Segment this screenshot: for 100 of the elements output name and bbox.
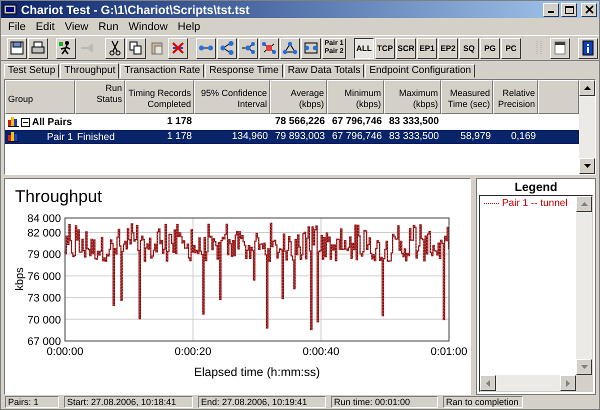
table-cell-text: 83 333,500 xyxy=(388,115,440,130)
scroll-down-button[interactable] xyxy=(579,158,595,174)
y-tick-label: 84 000 xyxy=(27,213,61,225)
filter-button[interactable]: SCR xyxy=(396,38,416,59)
filter-button[interactable]: PG xyxy=(480,38,500,59)
y-tick-label: 70 000 xyxy=(27,314,61,326)
column-header[interactable]: Average (kbps) xyxy=(270,80,327,114)
bar-chart-icon xyxy=(8,132,19,142)
clipboard-icon xyxy=(149,40,165,56)
tab[interactable]: Raw Data Totals xyxy=(284,64,364,78)
y-tick-label: 67 000 xyxy=(27,336,61,348)
column-header[interactable]: Maximum (kbps) xyxy=(384,80,441,114)
status-field: Pairs: 1 xyxy=(5,396,59,408)
node-fork-icon xyxy=(240,40,256,56)
column-header[interactable]: 95% Confidence Interval xyxy=(194,80,270,114)
x-axis-title: Elapsed time (h:mm:ss) xyxy=(194,365,320,379)
menu-item[interactable]: Run xyxy=(93,20,124,33)
column-header[interactable]: Group xyxy=(5,80,75,114)
up-arrow-icon xyxy=(580,202,588,206)
table-cell-text: 67 796,746 xyxy=(330,130,383,144)
scroll-up-button[interactable] xyxy=(579,80,595,96)
table-cell: All Pairs xyxy=(32,116,72,128)
scrollbar-corner xyxy=(576,375,592,391)
left-arrow-icon xyxy=(486,380,490,386)
bar-chart-icon xyxy=(8,117,19,128)
menu-item[interactable]: View xyxy=(60,20,94,33)
filter-button[interactable]: EP2 xyxy=(438,38,458,59)
table-row[interactable]: Pair 1 Finished 1 178 134,960 79 893,003 67 796,746 83 333,500 58,979 0,169 xyxy=(5,130,579,144)
copy-pages-icon xyxy=(128,40,144,56)
x-tick-label: 0:00:40 xyxy=(302,346,340,358)
scrollbar[interactable] xyxy=(579,80,595,174)
y-tick-label: 82 000 xyxy=(27,227,61,240)
filter-button[interactable]: SQ xyxy=(459,38,479,59)
column-header[interactable]: Timing Records Completed xyxy=(125,80,194,114)
chart-title: Throughput xyxy=(14,186,103,206)
table-cell-text: 83 333,500 xyxy=(388,130,440,144)
maximize-icon xyxy=(564,4,574,15)
status-field: Run time: 00:01:00 xyxy=(331,396,438,408)
table-cell-text: 58,979 xyxy=(459,130,492,144)
scrollbar[interactable] xyxy=(480,375,592,391)
collapse-toggle[interactable] xyxy=(21,118,30,127)
scroll-right-button[interactable] xyxy=(560,375,576,391)
y-tick-label: 73 000 xyxy=(27,292,61,305)
node-mesh-icon xyxy=(261,40,277,56)
scrollbar[interactable] xyxy=(576,196,592,375)
info-book-icon xyxy=(580,40,596,56)
x-tick-label: 0:00:00 xyxy=(46,346,84,358)
status-field: Start: 27.08.2006, 10:18:41 xyxy=(64,396,193,408)
filter-button[interactable]: EP1 xyxy=(417,38,437,59)
table-cell-text: 0,169 xyxy=(510,130,537,144)
table-cell-text: 67 796,746 xyxy=(330,115,383,130)
window-title: Chariot Test - G:\1\Chariot\Scripts\tst.tst xyxy=(21,2,250,17)
minimize-button[interactable] xyxy=(543,2,559,17)
column-header[interactable]: Minimum (kbps) xyxy=(327,80,384,114)
menu-item[interactable]: File xyxy=(3,20,31,33)
column-header[interactable]: Measured Time (sec) xyxy=(441,80,493,114)
up-arrow-icon xyxy=(584,86,590,90)
app-icon xyxy=(3,4,17,16)
status-field: Ran to completion xyxy=(443,396,523,408)
right-arrow-icon xyxy=(566,380,570,386)
close-icon xyxy=(584,4,594,15)
node-cluster-icon xyxy=(282,40,298,56)
y-tick-label: 79 000 xyxy=(27,249,61,262)
legend-label: Pair 1 -- tunnel xyxy=(502,198,568,209)
delete-icon xyxy=(170,40,186,56)
menu-item[interactable]: Help xyxy=(172,20,206,33)
filter-button[interactable]: PC xyxy=(501,38,521,59)
column-header[interactable]: Relative Precision xyxy=(493,80,538,114)
node-tree-icon xyxy=(219,40,235,56)
scroll-down-button[interactable] xyxy=(576,359,592,375)
filter-button[interactable]: ALL xyxy=(354,38,374,59)
maximize-button[interactable] xyxy=(561,2,577,17)
y-tick-label: 76 000 xyxy=(27,270,61,283)
down-arrow-icon xyxy=(584,164,590,168)
tab[interactable]: Throughput xyxy=(60,63,120,80)
minimize-icon xyxy=(548,11,554,14)
x-tick-label: 0:01:00 xyxy=(430,346,468,358)
down-arrow-icon xyxy=(580,365,588,369)
table-cell-text: 1 178 xyxy=(166,130,193,144)
scroll-up-button[interactable] xyxy=(576,196,592,212)
menu-item[interactable]: Window xyxy=(124,20,173,33)
table-cell-text: Finished xyxy=(76,131,116,144)
table-row[interactable]: All Pairs 1 178 78 566,226 67 796,746 83 333,500 xyxy=(5,115,579,130)
tab[interactable]: Test Setup xyxy=(4,64,60,78)
table-cell-text: 1 178 xyxy=(166,115,193,130)
node-loop-icon xyxy=(303,40,319,56)
close-button[interactable] xyxy=(581,2,597,17)
tab[interactable]: Endpoint Configuration xyxy=(365,64,476,78)
tab[interactable]: Transaction Rate xyxy=(120,64,204,78)
scroll-left-button[interactable] xyxy=(480,375,496,391)
table-cell-text: 134,960 xyxy=(230,130,269,144)
scissors-icon xyxy=(107,40,123,56)
menu-item[interactable]: Edit xyxy=(30,20,60,33)
window-pane-icon xyxy=(552,40,568,56)
x-tick-label: 0:00:20 xyxy=(174,346,212,358)
table-cell-text: 79 893,003 xyxy=(274,130,326,144)
y-axis-title: kbps xyxy=(14,267,26,291)
tab[interactable]: Response Time xyxy=(205,64,283,78)
column-header[interactable]: Run Status xyxy=(75,80,125,114)
filter-button[interactable]: TCP xyxy=(375,38,395,59)
